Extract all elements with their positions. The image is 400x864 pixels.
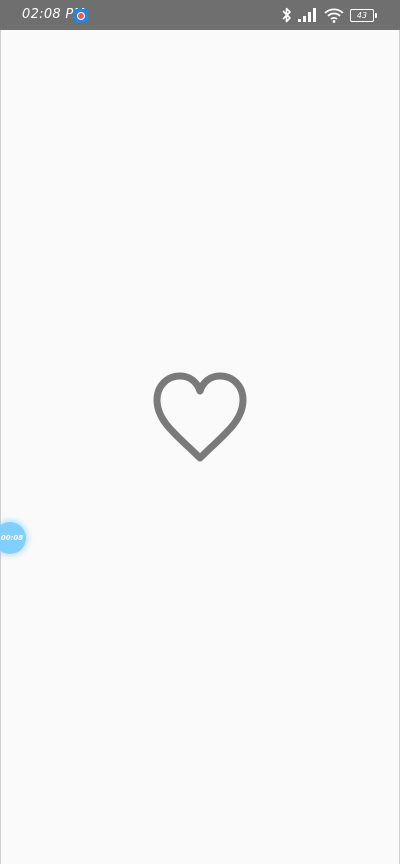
status-bar: 02:08 PM 43 <box>0 0 400 30</box>
bluetooth-icon <box>282 7 291 23</box>
floating-timer-label: 00:08 <box>0 534 24 542</box>
battery-icon: 43 <box>350 8 377 22</box>
heart-outline-icon[interactable] <box>153 372 247 462</box>
status-icons: 43 <box>282 7 377 23</box>
signal-icon <box>298 8 316 22</box>
battery-level: 43 <box>356 10 368 20</box>
screen-recorder-icon <box>74 9 88 23</box>
wifi-icon <box>324 8 344 23</box>
